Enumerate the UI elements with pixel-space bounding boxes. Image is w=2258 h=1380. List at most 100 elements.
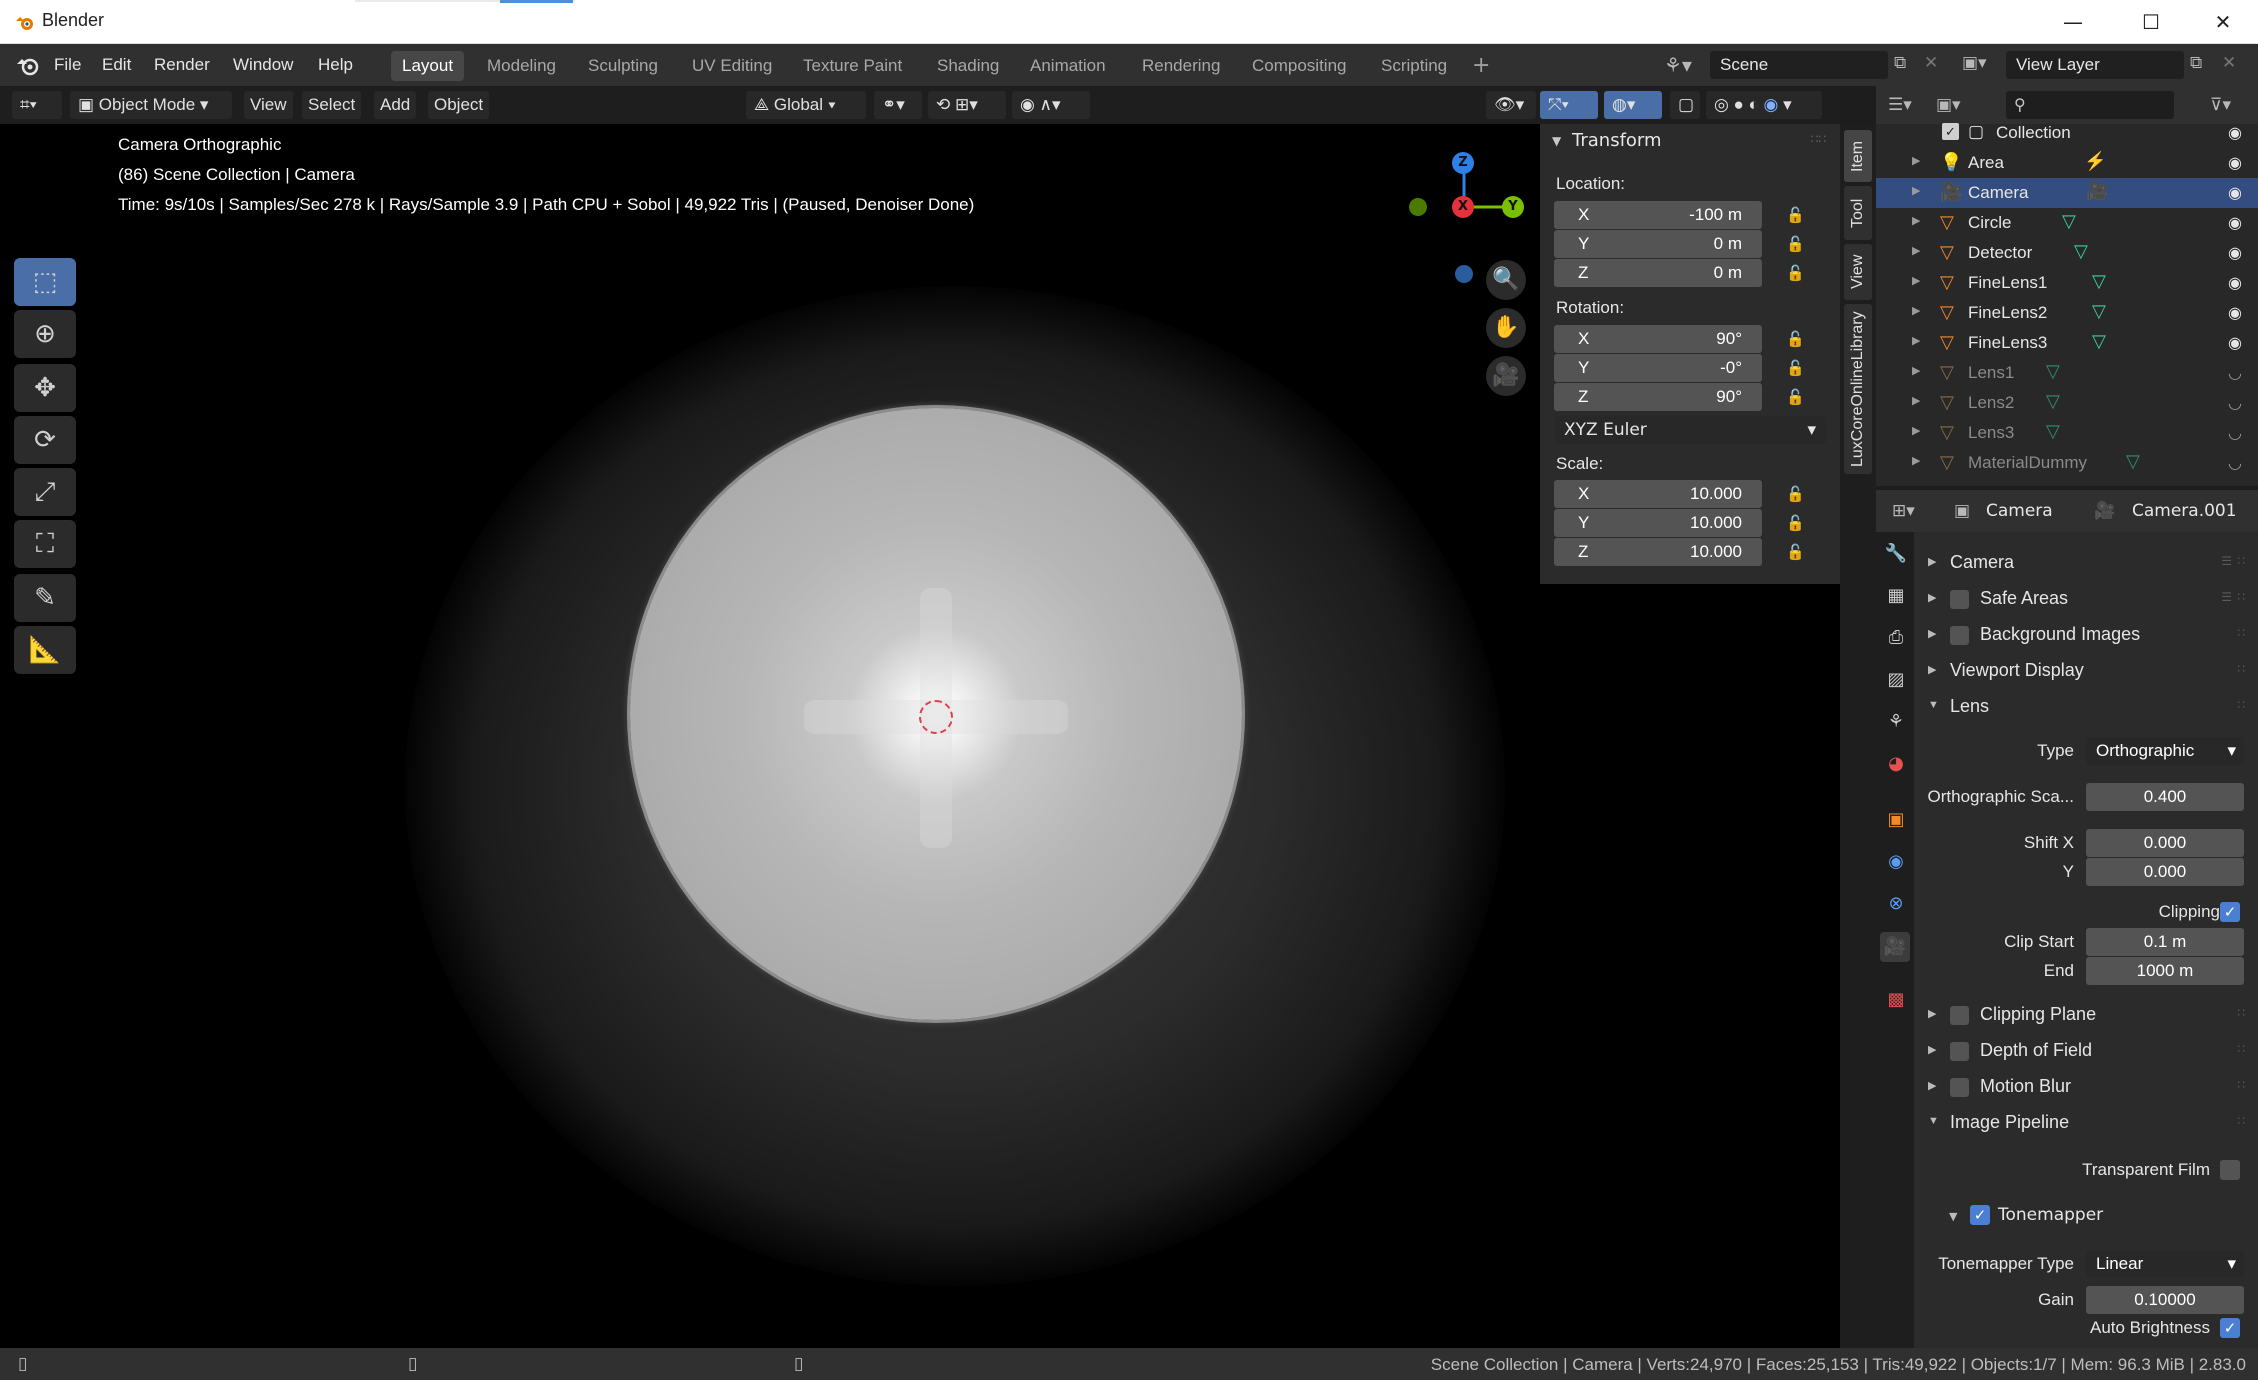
tab-view[interactable]: View — [1844, 244, 1872, 300]
maximize-button[interactable]: ☐ — [2116, 0, 2186, 44]
lock-icon[interactable]: 🔓 — [1786, 235, 1806, 253]
rotation-y-field[interactable]: Y -0° — [1554, 354, 1762, 382]
new-view-layer-icon[interactable]: ⧉ — [2190, 53, 2202, 73]
physics-icon[interactable]: ◉ — [1884, 850, 1908, 874]
new-scene-icon[interactable]: ⧉ — [1894, 53, 1906, 73]
tab-tool[interactable]: Tool — [1844, 186, 1872, 240]
shift-y-field[interactable]: 0.000 — [2086, 858, 2244, 886]
checkbox[interactable] — [1950, 590, 1969, 609]
menu-view[interactable]: View — [244, 91, 293, 119]
outliner-search-input[interactable]: ⚲ — [2006, 91, 2174, 119]
blender-menu-icon[interactable] — [16, 55, 40, 77]
eye-icon[interactable]: ◉ — [2228, 243, 2242, 263]
expand-icon[interactable]: ▶ — [1912, 274, 1920, 287]
expand-icon[interactable]: ▶ — [1912, 454, 1920, 467]
object-data-icon[interactable]: ▽ — [2046, 361, 2060, 382]
tab-layout[interactable]: Layout — [391, 51, 465, 81]
section-background-images[interactable]: ▶ Background Images ∷ — [1914, 618, 2258, 652]
filter-icon[interactable]: ⊽▾ — [2210, 95, 2231, 115]
transform-panel-title[interactable]: Transform — [1572, 130, 1662, 151]
properties-editor-icon[interactable]: ⊞▾ — [1892, 501, 1915, 521]
cursor-icon[interactable]: ⊕ — [14, 310, 76, 358]
panel-grip-icon[interactable]: ∷ — [2237, 1114, 2246, 1128]
menu-object[interactable]: Object — [428, 91, 490, 119]
checkbox-icon[interactable]: ✓ — [1942, 123, 1959, 140]
eye-icon[interactable]: ◉ — [2228, 303, 2242, 323]
lock-icon[interactable]: 🔓 — [1786, 543, 1806, 561]
tab-item[interactable]: Item — [1844, 130, 1872, 182]
list-item[interactable]: ▶ ▽ Lens2 ▽ ◡ — [1876, 388, 2258, 418]
lens-type-dropdown[interactable]: Orthographic ▾ — [2086, 737, 2244, 765]
tab-luxcore-online-library[interactable]: LuxCoreOnlineLibrary — [1844, 304, 1872, 474]
list-item[interactable]: ▶ ▽ Lens3 ▽ ◡ — [1876, 418, 2258, 448]
menu-window[interactable]: Window — [233, 55, 293, 75]
lock-icon[interactable]: 🔓 — [1786, 359, 1806, 377]
lock-icon[interactable]: 🔓 — [1786, 388, 1806, 406]
list-item[interactable]: ▶ ▽ MaterialDummy ▽ ◡ — [1876, 448, 2258, 478]
close-button[interactable]: ✕ — [2188, 0, 2258, 44]
list-item[interactable]: ▶ ▽ FineLens2 ▽ ◉ — [1876, 298, 2258, 328]
lock-icon[interactable]: 🔓 — [1786, 206, 1806, 224]
delete-view-layer-icon[interactable]: ✕ — [2222, 53, 2236, 73]
display-mode-icon[interactable]: ▣▾ — [1936, 95, 1961, 115]
lock-icon[interactable]: 🔓 — [1786, 330, 1806, 348]
texture-icon[interactable]: ▩ — [1884, 988, 1908, 1012]
transform-orientation-dropdown[interactable]: ⟁ Global ▾ — [746, 91, 866, 119]
object-data-icon[interactable]: ▽ — [2074, 241, 2088, 262]
view-layer-field[interactable]: View Layer — [2006, 51, 2184, 79]
menu-help[interactable]: Help — [318, 55, 353, 75]
tonemapper-type-dropdown[interactable]: Linear ▾ — [2086, 1250, 2244, 1278]
clip-end-field[interactable]: 1000 m — [2086, 957, 2244, 985]
menu-edit[interactable]: Edit — [102, 55, 131, 75]
section-safe-areas[interactable]: ▶ Safe Areas ☰ ∷ — [1914, 582, 2258, 616]
expand-icon[interactable]: ▶ — [1912, 154, 1920, 167]
scene-selector-icon[interactable]: ⚘▾ — [1664, 53, 1692, 77]
panel-grip-icon[interactable]: ∷ — [2237, 662, 2246, 676]
view-layer-selector-icon[interactable]: ▣▾ — [1962, 53, 1987, 73]
gizmo-x-axis[interactable]: X — [1452, 196, 1474, 218]
menu-file[interactable]: File — [54, 55, 81, 75]
scale-z-field[interactable]: Z 10.000 — [1554, 538, 1762, 566]
object-data-icon[interactable]: ▽ — [2126, 451, 2140, 472]
lock-icon[interactable]: 🔓 — [1786, 264, 1806, 282]
list-item[interactable]: ▶ ▽ Detector ▽ ◉ — [1876, 238, 2258, 268]
move-icon[interactable]: ✥ — [14, 364, 76, 412]
object-data-icon[interactable]: ▽ — [2092, 271, 2106, 292]
scene-icon[interactable]: ⚘ — [1884, 710, 1908, 734]
section-clipping-plane[interactable]: ▶ Clipping Plane ∷ — [1914, 998, 2258, 1032]
outliner-editor-icon[interactable]: ☰▾ — [1888, 95, 1912, 115]
menu-add[interactable]: Add — [374, 91, 417, 119]
list-item[interactable]: ▶ ▽ Circle ▽ ◉ — [1876, 208, 2258, 238]
panel-grip-icon[interactable]: ∷ — [2237, 1042, 2246, 1056]
list-icon[interactable]: ☰ ∷ — [2221, 590, 2246, 604]
checkbox[interactable] — [1950, 1042, 1969, 1061]
panel-grip-icon[interactable]: ∷ — [2237, 626, 2246, 640]
delete-scene-icon[interactable]: ✕ — [1924, 53, 1938, 73]
camera-data-tab-icon[interactable]: 🎥 — [1880, 932, 1910, 962]
tonemapper-checkbox[interactable]: ✓ — [1970, 1205, 1990, 1225]
transform-icon[interactable]: ⛶ — [14, 520, 76, 568]
scene-name-field[interactable]: Scene — [1710, 51, 1888, 79]
xray-toggle-button[interactable]: ▢ — [1670, 91, 1700, 119]
expand-icon[interactable]: ▶ — [1912, 394, 1920, 407]
collapse-triangle-icon[interactable]: ▼ — [1552, 134, 1561, 148]
object-data-icon[interactable]: ▽ — [2092, 301, 2106, 322]
zoom-icon[interactable]: 🔍 — [1486, 260, 1526, 300]
pan-hand-icon[interactable]: ✋ — [1486, 308, 1526, 348]
auto-brightness-checkbox[interactable]: ✓ — [2220, 1318, 2240, 1338]
lock-icon[interactable]: 🔓 — [1786, 485, 1806, 503]
object-data-icon[interactable]: ▽ — [2046, 421, 2060, 442]
checkbox[interactable] — [1950, 626, 1969, 645]
menu-select[interactable]: Select — [302, 91, 362, 119]
gizmo-z-axis[interactable]: Z — [1452, 152, 1474, 174]
section-motion-blur[interactable]: ▶ Motion Blur ∷ — [1914, 1070, 2258, 1104]
snap-button[interactable]: ⟲ ⊞▾ — [928, 91, 1006, 119]
section-depth-of-field[interactable]: ▶ Depth of Field ∷ — [1914, 1034, 2258, 1068]
object-data-icon[interactable]: ▽ — [2062, 211, 2076, 232]
tool-icon[interactable]: 🔧 — [1884, 542, 1908, 566]
object-data-icon[interactable]: 🎥 — [2086, 181, 2108, 202]
checkbox[interactable] — [1950, 1006, 1969, 1025]
object-data-icon[interactable]: ▽ — [2046, 391, 2060, 412]
add-workspace-icon[interactable]: + — [1472, 53, 1490, 78]
editor-type-button[interactable]: ⌗▾ — [12, 91, 62, 119]
